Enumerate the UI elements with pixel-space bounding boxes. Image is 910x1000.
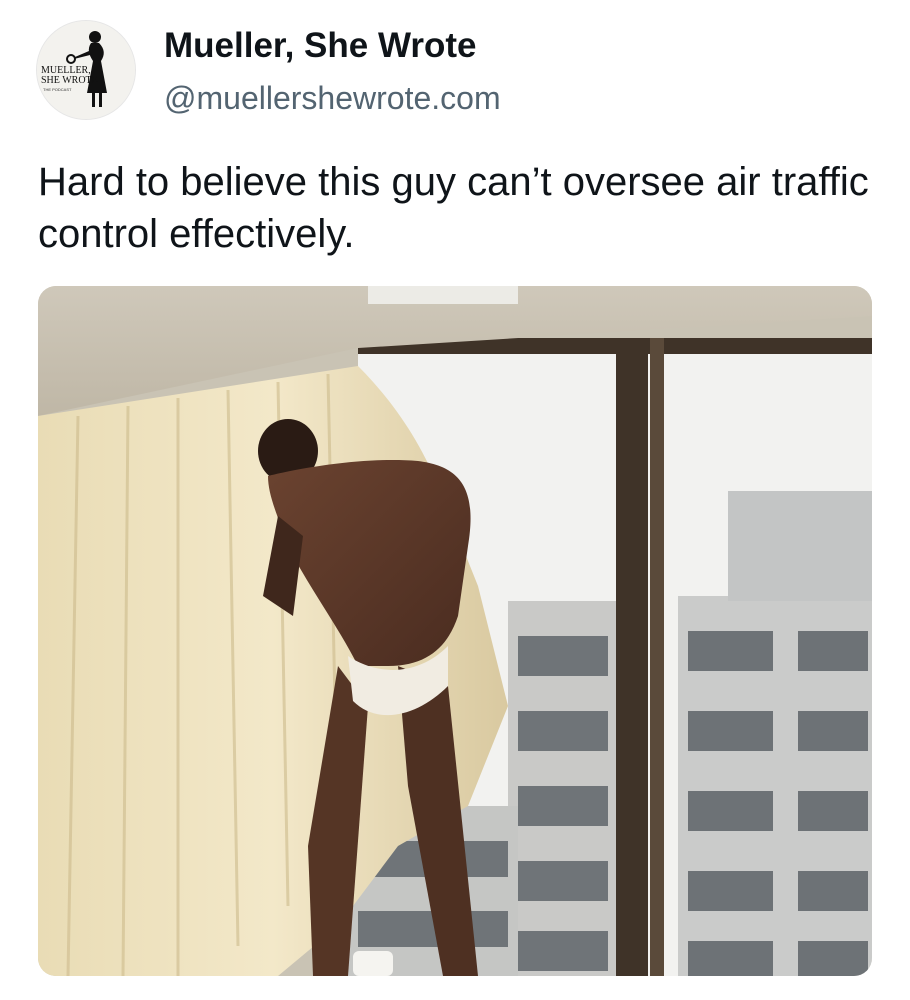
logo-line-3: THE PODCAST (43, 87, 72, 92)
post-text: Hard to believe this guy can’t oversee a… (38, 160, 869, 256)
video-still-image (38, 286, 872, 976)
author-handle[interactable]: @muellershewrote.com (164, 80, 501, 117)
podcast-logo-woman-silhouette-icon: MUELLER, SHE WROTE THE PODCAST (37, 21, 135, 119)
author-avatar[interactable]: MUELLER, SHE WROTE THE PODCAST (36, 20, 136, 120)
author-display-name[interactable]: Mueller, She Wrote (164, 26, 477, 66)
post-card: MUELLER, SHE WROTE THE PODCAST Mueller, … (0, 0, 910, 1000)
logo-line-2: SHE WROTE (41, 75, 98, 86)
post-media-image[interactable] (38, 286, 872, 976)
